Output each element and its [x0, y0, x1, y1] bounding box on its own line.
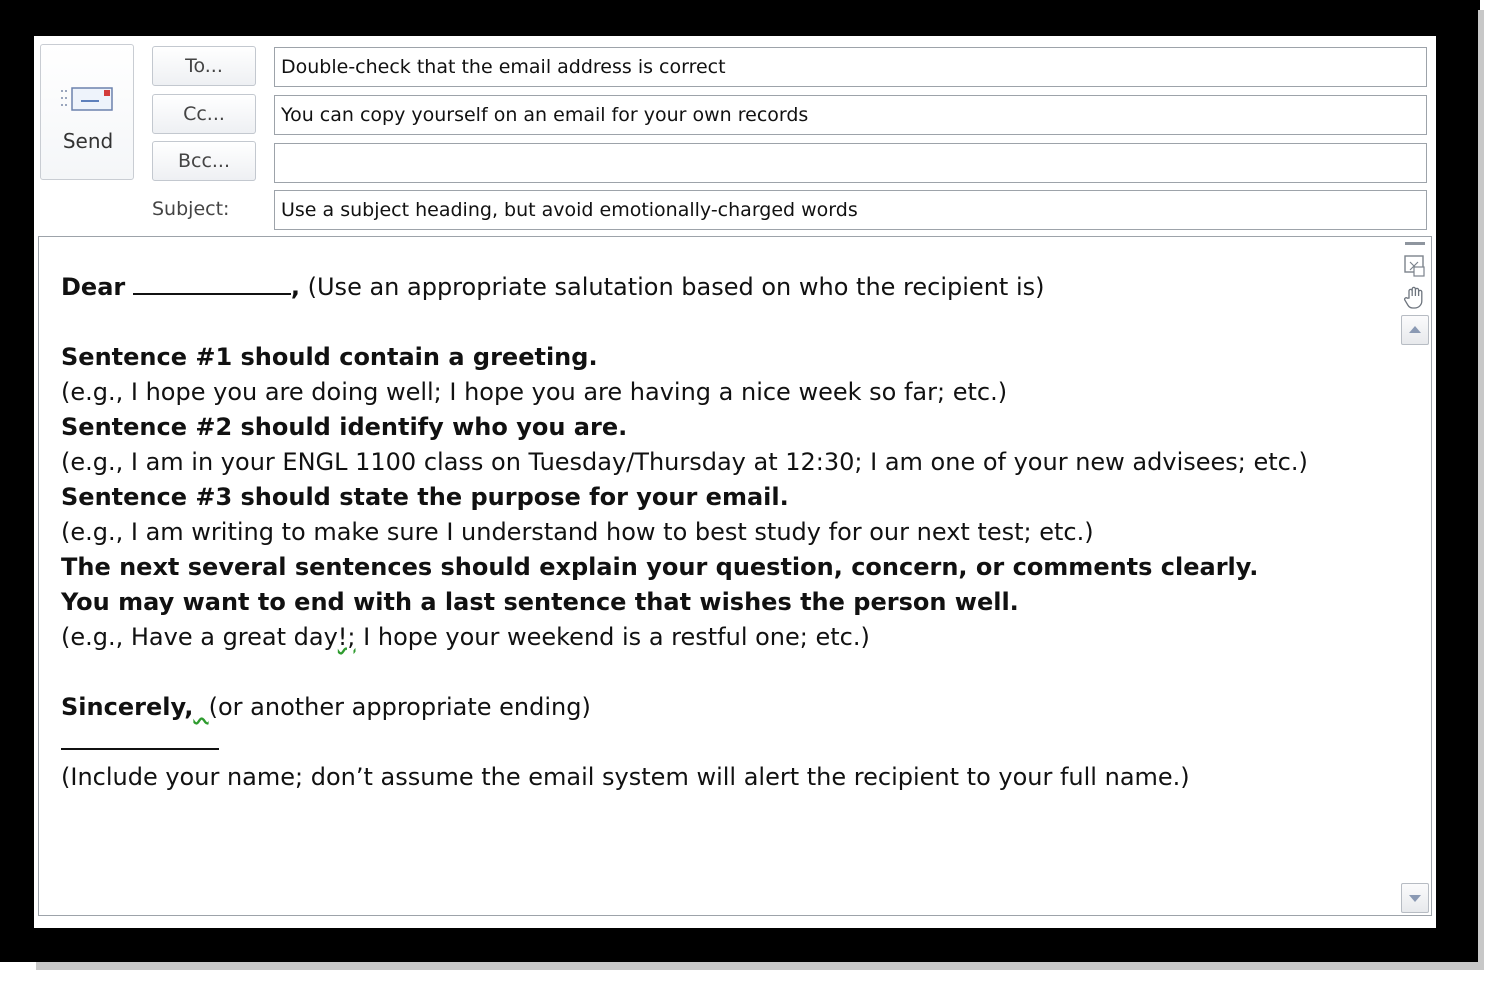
- signature-line: [61, 725, 1381, 760]
- sentence-5-example: (e.g., Have a great day!; I hope your we…: [61, 620, 1381, 655]
- subject-field[interactable]: Use a subject heading, but avoid emotion…: [274, 190, 1427, 230]
- to-field[interactable]: Double-check that the email address is c…: [274, 47, 1427, 87]
- frame-shadow-bottom: [36, 962, 1482, 970]
- to-button[interactable]: To...: [152, 46, 256, 86]
- scrollbar[interactable]: [1401, 239, 1429, 913]
- scroll-up-arrow-icon: [1409, 326, 1421, 333]
- toggle-view-icon[interactable]: [1401, 251, 1429, 281]
- name-note: (Include your name; don’t assume the ema…: [61, 763, 1190, 791]
- send-button[interactable]: Send: [40, 44, 134, 180]
- split-handle[interactable]: [1401, 239, 1429, 249]
- message-body[interactable]: Dear , (Use an appropriate salutation ba…: [38, 236, 1432, 916]
- frame-top: [0, 0, 1480, 36]
- sentence-1-example: (e.g., I hope you are doing well; I hope…: [61, 378, 1008, 406]
- salutation-blank: [132, 269, 291, 295]
- hand-pan-icon[interactable]: [1401, 282, 1429, 312]
- frame-left: [0, 0, 34, 962]
- sentence-3-example: (e.g., I am writing to make sure I under…: [61, 518, 1094, 546]
- scroll-down-arrow-icon: [1409, 895, 1421, 902]
- sentence-2: Sentence #2 should identify who you are.: [61, 413, 628, 441]
- scroll-up-button[interactable]: [1401, 315, 1429, 345]
- sentence-4: The next several sentences should explai…: [61, 553, 1259, 581]
- salutation-word: Dear: [61, 273, 126, 301]
- frame-bottom: [0, 928, 1480, 962]
- subject-label: Subject:: [152, 198, 230, 220]
- cc-button[interactable]: Cc...: [152, 94, 256, 134]
- bcc-button[interactable]: Bcc...: [152, 141, 256, 181]
- frame-shadow-right: [1478, 10, 1484, 970]
- closing-word: Sincerely,: [61, 693, 194, 721]
- sentence-1: Sentence #1 should contain a greeting.: [61, 343, 598, 371]
- example-part-a: (e.g., Have a great day: [61, 623, 338, 651]
- scroll-down-button[interactable]: [1401, 883, 1429, 913]
- message-text[interactable]: Dear , (Use an appropriate salutation ba…: [61, 269, 1381, 795]
- spellcheck-mark: !;: [337, 623, 356, 651]
- closing-space: [193, 693, 208, 721]
- sentence-2-example: (e.g., I am in your ENGL 1100 class on T…: [61, 448, 1308, 476]
- frame-right: [1436, 0, 1478, 962]
- closing-line: Sincerely, (or another appropriate endin…: [61, 690, 1381, 725]
- send-label: Send: [62, 129, 114, 153]
- bcc-field[interactable]: [274, 143, 1427, 183]
- salutation-note: (Use an appropriate salutation based on …: [300, 273, 1045, 301]
- salutation-comma: ,: [290, 273, 300, 301]
- sentence-3: Sentence #3 should state the purpose for…: [61, 483, 789, 511]
- sentence-5: You may want to end with a last sentence…: [61, 588, 1019, 616]
- closing-note: (or another appropriate ending): [208, 693, 591, 721]
- signature-blank: [61, 728, 219, 750]
- cc-field[interactable]: You can copy yourself on an email for yo…: [274, 95, 1427, 135]
- salutation-line: Dear , (Use an appropriate salutation ba…: [61, 269, 1381, 305]
- envelope-send-icon: [61, 87, 113, 111]
- email-compose-window: Send To... Double-check that the email a…: [34, 36, 1436, 928]
- example-part-c: I hope your weekend is a restful one; et…: [355, 623, 870, 651]
